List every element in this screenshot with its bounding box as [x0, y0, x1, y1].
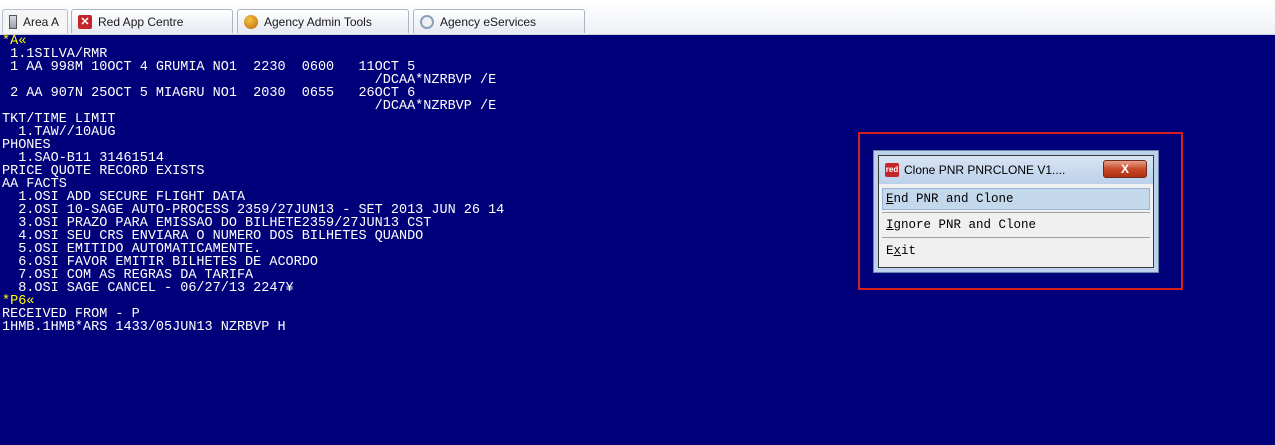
menu-item-end-pnr-and-clone[interactable]: End PNR and Clone [882, 188, 1150, 210]
menu-separator [882, 212, 1150, 213]
menu-item-label: gnore PNR and Clone [893, 218, 1037, 232]
clone-pnr-dialog: red Clone PNR PNRCLONE V1.... X End PNR … [878, 155, 1154, 268]
tab-strip: Area A ✕ Red App Centre Agency Admin Too… [0, 0, 1275, 35]
menu-item-exit[interactable]: Exit [882, 240, 1150, 262]
menu-accelerator: I [886, 218, 894, 232]
tab-red-app-centre[interactable]: ✕ Red App Centre [71, 9, 233, 33]
tab-agency-admin-tools[interactable]: Agency Admin Tools [237, 9, 409, 33]
menu-item-label: it [901, 244, 917, 258]
eservices-icon [420, 14, 434, 29]
terminal-line: 8.OSI SAGE CANCEL - 06/27/13 2247¥ [2, 281, 294, 296]
dialog-title: Clone PNR PNRCLONE V1.... [904, 163, 1066, 177]
red-app-icon: red [885, 163, 899, 177]
tab-label: Red App Centre [98, 14, 184, 29]
terminal-icon [9, 14, 17, 29]
menu-accelerator: E [886, 192, 894, 206]
menu-item-label: E [886, 244, 894, 258]
tab-agency-eservices[interactable]: Agency eServices [413, 9, 585, 33]
close-icon: X [1120, 162, 1129, 176]
tab-label: Agency Admin Tools [264, 14, 372, 29]
tab-label: Agency eServices [440, 14, 537, 29]
menu-separator [882, 237, 1150, 238]
menu-item-label: nd PNR and Clone [893, 192, 1014, 206]
close-button[interactable]: X [1103, 160, 1147, 178]
dialog-title-bar[interactable]: red Clone PNR PNRCLONE V1.... X [879, 156, 1153, 184]
tab-label: Area A [22, 14, 59, 29]
terminal-line: 1HMB.1HMB*ARS 1433/05JUN13 NZRBVP H [2, 320, 286, 335]
red-app-icon: ✕ [78, 14, 92, 29]
menu-item-ignore-pnr-and-clone[interactable]: Ignore PNR and Clone [882, 214, 1150, 236]
menu-accelerator: x [893, 244, 902, 258]
admin-tools-icon [244, 14, 258, 29]
tab-area-a[interactable]: Area A [2, 9, 68, 33]
